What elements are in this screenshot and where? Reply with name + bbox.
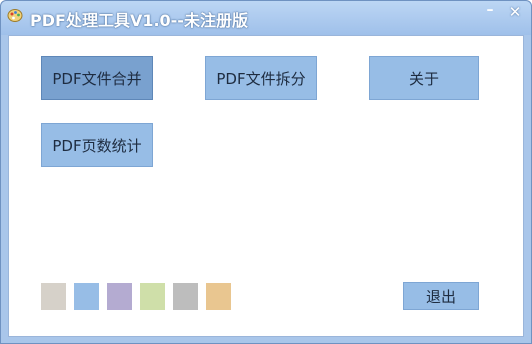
app-window: PDF处理工具V1.0--未注册版 – ✕ PDF文件合并 PDF文件拆分 关于…	[0, 0, 532, 344]
theme-swatch-silver[interactable]	[173, 283, 198, 310]
exit-button[interactable]: 退出	[403, 282, 479, 310]
palette-app-icon	[7, 9, 23, 22]
title-bar[interactable]: PDF处理工具V1.0--未注册版 – ✕	[1, 1, 531, 35]
about-button[interactable]: 关于	[369, 56, 479, 100]
page-count-button[interactable]: PDF页数统计	[41, 123, 153, 167]
merge-pdf-button[interactable]: PDF文件合并	[41, 56, 153, 100]
split-pdf-button[interactable]: PDF文件拆分	[205, 56, 317, 100]
theme-swatch-purple[interactable]	[107, 283, 132, 310]
close-button[interactable]: ✕	[502, 3, 528, 21]
window-title: PDF处理工具V1.0--未注册版	[30, 11, 248, 30]
theme-swatch-green[interactable]	[140, 283, 165, 310]
theme-swatch-blue[interactable]	[74, 283, 99, 310]
theme-swatch-gray[interactable]	[41, 283, 66, 310]
minimize-button[interactable]: –	[479, 3, 501, 21]
main-panel: PDF文件合并 PDF文件拆分 关于 PDF页数统计 退出	[8, 35, 524, 337]
theme-swatch-orange[interactable]	[206, 283, 231, 310]
